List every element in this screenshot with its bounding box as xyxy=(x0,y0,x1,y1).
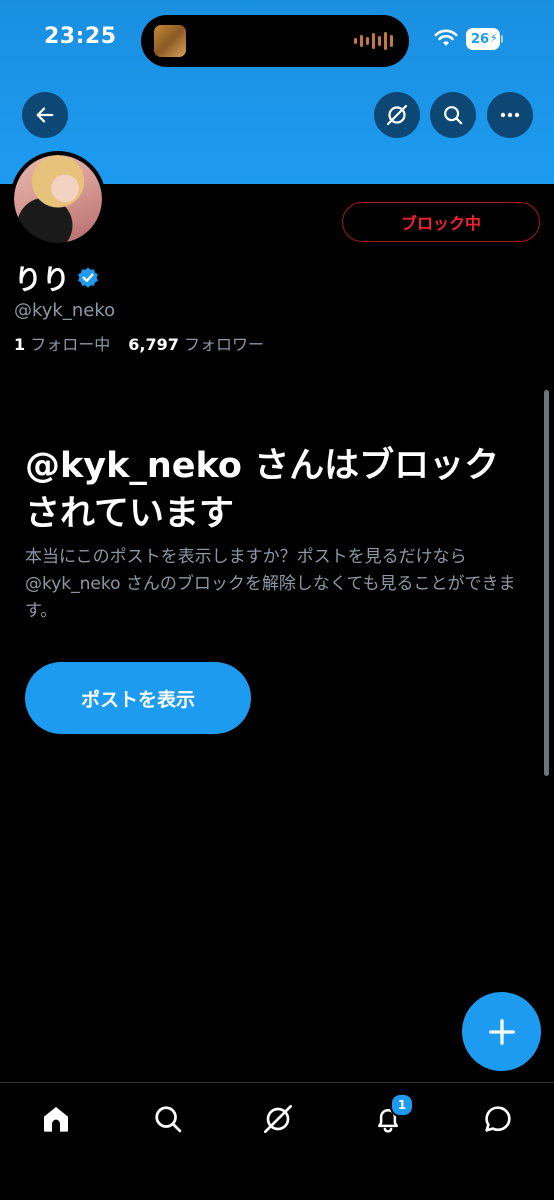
tab-notifications[interactable]: 1 xyxy=(368,1093,414,1139)
plus-icon xyxy=(488,1018,515,1045)
search-button[interactable] xyxy=(430,92,476,138)
follow-stats: 1 フォロー中 6,797 フォロワー xyxy=(14,331,264,355)
more-horizontal-icon xyxy=(500,112,520,118)
avatar-image xyxy=(14,155,102,243)
notification-badge: 1 xyxy=(390,1093,414,1117)
followers-count: 6,797 xyxy=(128,335,179,354)
compose-button[interactable] xyxy=(462,992,541,1071)
bottom-tab-bar: 1 xyxy=(0,1082,554,1200)
tab-home[interactable] xyxy=(36,1099,76,1139)
scrollbar[interactable] xyxy=(544,390,549,776)
search-icon xyxy=(444,106,463,125)
profile-name-row: りり xyxy=(14,258,100,298)
blocked-notice-title: @kyk_neko さんはブロックされています xyxy=(25,446,500,534)
charging-bolt-icon: ⚡ xyxy=(489,31,498,45)
tab-grok[interactable] xyxy=(258,1099,298,1139)
blocking-button[interactable]: ブロック中 xyxy=(342,202,540,242)
battery-tip xyxy=(501,35,503,43)
status-time: 23:25 xyxy=(44,24,117,49)
search-icon xyxy=(155,1106,182,1133)
followers-label: フォロワー xyxy=(183,335,264,354)
grok-button[interactable] xyxy=(374,92,420,138)
home-icon xyxy=(44,1107,68,1132)
battery-indicator: 26 ⚡ xyxy=(466,28,500,50)
back-button[interactable] xyxy=(22,92,68,138)
more-button[interactable] xyxy=(487,92,533,138)
blocked-notice-description: 本当にこのポストを表示しますか？ポストを見るだけなら @kyk_neko さんの… xyxy=(25,547,516,621)
messages-icon xyxy=(485,1106,511,1132)
following-count: 1 xyxy=(14,335,26,354)
verified-badge-icon[interactable] xyxy=(76,266,100,290)
profile-handle: @kyk_neko xyxy=(14,300,116,321)
battery-level: 26 xyxy=(470,31,490,47)
grok-icon xyxy=(264,1105,292,1133)
tab-messages[interactable] xyxy=(478,1099,518,1139)
dynamic-island[interactable] xyxy=(141,15,409,67)
wifi-icon xyxy=(434,29,458,46)
following-link[interactable]: 1 フォロー中 xyxy=(14,335,110,354)
show-posts-button[interactable]: ポストを表示 xyxy=(25,662,251,734)
now-playing-artwork xyxy=(154,25,186,57)
followers-link[interactable]: 6,797 フォロワー xyxy=(128,335,264,354)
following-label: フォロー中 xyxy=(30,335,111,354)
display-name: りり xyxy=(14,263,71,296)
grok-icon xyxy=(386,104,408,126)
arrow-left-icon xyxy=(36,107,54,123)
audio-wave-icon xyxy=(354,32,393,50)
tab-search[interactable] xyxy=(148,1099,188,1139)
profile-avatar[interactable] xyxy=(10,151,106,247)
home-indicator xyxy=(205,1186,349,1191)
